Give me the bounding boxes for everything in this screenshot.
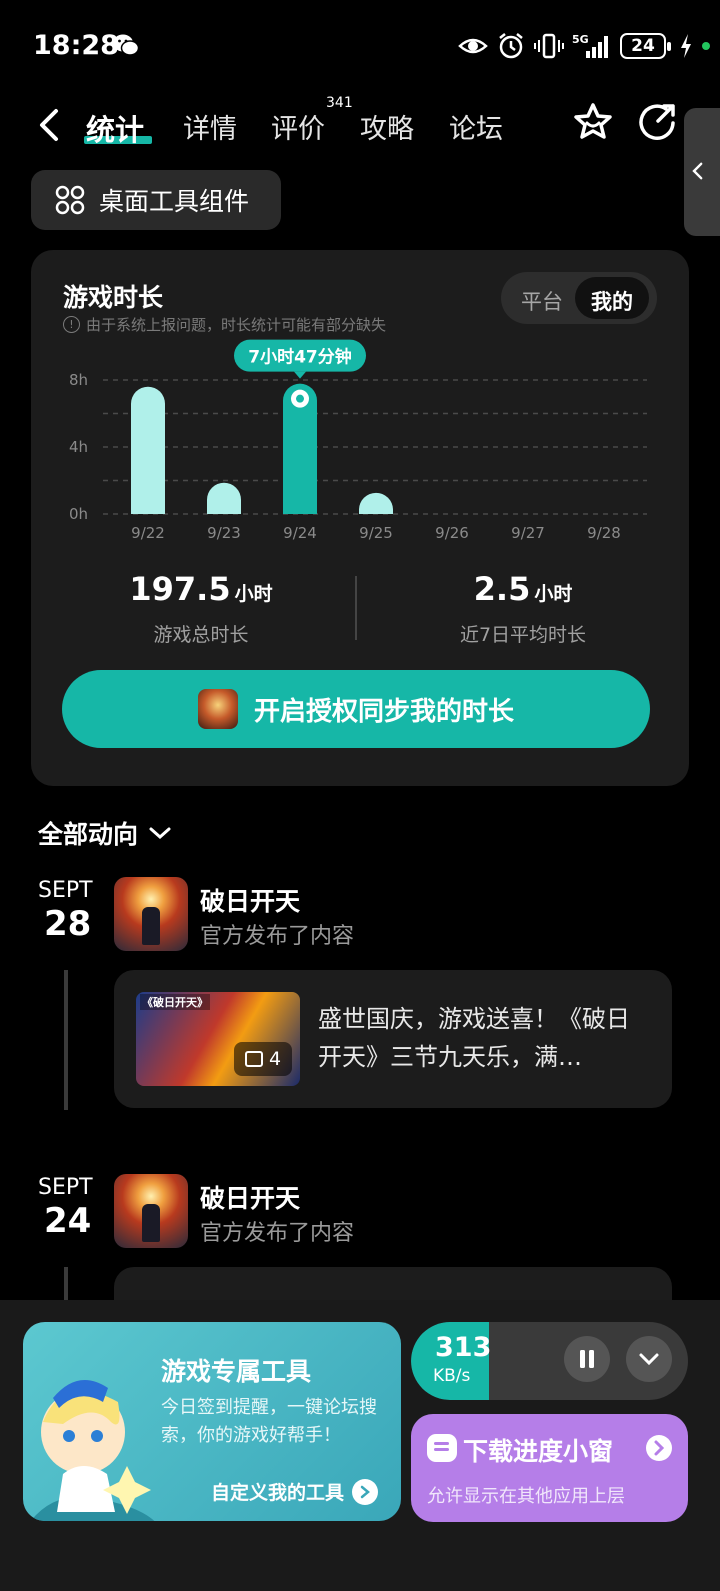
signal-5g-icon: 5G (572, 33, 608, 58)
post-day: 28 (44, 904, 92, 944)
desktop-widget-button[interactable]: 桌面工具组件 (31, 170, 281, 230)
download-speed-value: 313 (435, 1332, 492, 1363)
float-window-title: 下载进度小窗 (463, 1437, 614, 1466)
battery-indicator: 24 (620, 33, 671, 59)
chevron-right-icon (352, 1478, 379, 1505)
favorite-star-icon[interactable] (572, 101, 614, 143)
post-day: 24 (44, 1201, 92, 1241)
side-panel-handle[interactable] (684, 108, 720, 236)
game-icon (197, 689, 238, 729)
float-window-desc: 允许显示在其他应用上层 (427, 1486, 625, 1507)
average-playtime-unit: 小时 (534, 583, 573, 605)
chevron-down-icon (149, 827, 171, 840)
eye-icon (458, 38, 488, 54)
post-image-caption: 《破日开天》 (140, 994, 210, 1010)
playtime-bar-chart: 0h 4h 8h 9/22 9/23 9/24 9/25 9/26 9/27 9/28 7小时47分… (69, 339, 647, 542)
vibrate-icon (534, 33, 564, 59)
bottom-tools-panel: 游戏专属工具 今日签到提醒，一键论坛搜索，你的游戏好帮手！ 自定义我的工具 31… (0, 1300, 720, 1591)
total-playtime-unit: 小时 (234, 583, 273, 605)
tab-stats[interactable]: 统计 (86, 107, 144, 149)
total-playtime-stat: 197.5 小时 游戏总时长 (61, 570, 341, 647)
average-playtime-caption: 近7日平均时长 (459, 624, 587, 646)
customize-tools-link[interactable]: 自定义我的工具 (211, 1478, 379, 1505)
image-icon (244, 1051, 263, 1067)
tab-guides[interactable]: 攻略 (360, 107, 414, 146)
post-month: SEPT (38, 878, 93, 903)
feed-filter-label: 全部动向 (38, 820, 139, 849)
sync-playtime-label: 开启授权同步我的时长 (253, 696, 514, 727)
alarm-icon (499, 33, 523, 59)
bar-tooltip-pointer (294, 371, 306, 379)
y-tick-label: 8h (69, 371, 88, 389)
post-author-name[interactable]: 破日开天 (200, 1179, 300, 1215)
post-text: 盛世国庆，游戏送喜！《破日开天》三节九天乐，满… (318, 1005, 630, 1071)
chevron-down-icon (639, 1353, 659, 1366)
game-tools-card[interactable]: 游戏专属工具 今日签到提醒，一键论坛搜索，你的游戏好帮手！ 自定义我的工具 (23, 1322, 401, 1521)
download-float-window-card[interactable]: 下载进度小窗 允许显示在其他应用上层 (411, 1414, 688, 1522)
x-tick-label: 9/27 (511, 524, 545, 542)
float-window-icon (427, 1434, 457, 1462)
wechat-icon (113, 34, 140, 56)
tab-reviews[interactable]: 评价 (271, 107, 325, 146)
privacy-dot (702, 42, 710, 50)
download-speed-pill[interactable]: 313 KB/s (411, 1322, 688, 1400)
total-playtime-caption: 游戏总时长 (153, 624, 249, 646)
average-playtime-stat: 2.5 小时 近7日平均时长 (383, 570, 663, 647)
share-icon[interactable] (636, 101, 678, 143)
total-playtime-value: 197.5 (129, 570, 231, 608)
y-tick-label: 4h (69, 438, 88, 456)
reviews-count-badge: 341 (326, 95, 353, 111)
playtime-card: 游戏时长 ! 由于系统上报问题，时长统计可能有部分缺失 平台 我的 0h 4h 8h… (31, 250, 689, 786)
svg-text:5G: 5G (572, 33, 589, 46)
download-speed-unit: KB/s (433, 1366, 471, 1386)
game-avatar[interactable] (114, 877, 188, 951)
game-tools-desc: 今日签到提醒，一键论坛搜索，你的游戏好帮手！ (161, 1397, 377, 1446)
x-tick-label: 9/26 (435, 524, 469, 542)
post-month: SEPT (38, 1175, 93, 1200)
customize-tools-label: 自定义我的工具 (211, 1482, 345, 1504)
x-tick-label: 9/25 (359, 524, 393, 542)
widget-grid-icon (55, 185, 85, 215)
y-tick-label: 0h (69, 505, 88, 523)
x-tick-label: 9/22 (131, 524, 165, 542)
back-icon[interactable] (34, 105, 64, 145)
charging-icon (681, 34, 691, 58)
post-author-name[interactable]: 破日开天 (200, 882, 300, 918)
desktop-widget-label: 桌面工具组件 (99, 187, 250, 216)
game-tools-title: 游戏专属工具 (161, 1357, 312, 1386)
timeline-line (64, 970, 68, 1110)
bar (207, 482, 241, 514)
status-time: 18:28 (33, 30, 119, 61)
bar-marker-dot (296, 394, 304, 403)
feed-filter-dropdown[interactable]: 全部动向 (38, 815, 172, 851)
post-subtitle: 官方发布了内容 (200, 1221, 355, 1246)
image-count: 4 (268, 1048, 282, 1070)
pause-button[interactable] (564, 1336, 610, 1382)
status-bar: 18:28 5G 24 (0, 0, 720, 90)
bar (359, 492, 393, 514)
sync-playtime-button[interactable]: 开启授权同步我的时长 (62, 670, 650, 748)
post-content-card[interactable]: 《破日开天》 4 盛世国庆，游戏送喜！《破日开天》三节九天乐，满… (114, 970, 672, 1108)
tab-details[interactable]: 详情 (183, 107, 237, 146)
game-avatar[interactable] (114, 1174, 188, 1248)
post-image[interactable]: 《破日开天》 4 (136, 992, 300, 1086)
average-playtime-value: 2.5 (473, 570, 531, 608)
mascot-illustration (30, 1380, 155, 1521)
stat-divider (355, 576, 357, 640)
x-tick-label: 9/28 (587, 524, 621, 542)
bar (131, 386, 165, 514)
chevron-right-icon (646, 1435, 672, 1461)
top-nav: 统计 详情 评价 341 攻略 论坛 (0, 95, 720, 155)
tab-forum[interactable]: 论坛 (449, 107, 503, 146)
post-subtitle: 官方发布了内容 (200, 924, 355, 949)
image-count-badge: 4 (234, 1042, 292, 1076)
x-tick-label: 9/24 (283, 524, 317, 542)
collapse-button[interactable] (626, 1336, 672, 1382)
chevron-left-icon (692, 162, 703, 180)
pause-icon (580, 1350, 594, 1368)
bar-tooltip-text: 7小时47分钟 (248, 347, 352, 368)
x-tick-label: 9/23 (207, 524, 241, 542)
